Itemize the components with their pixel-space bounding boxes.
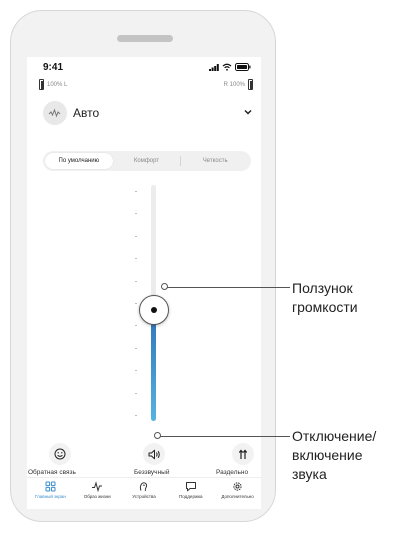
nav-lifestyle-label: Образ жизни [83,494,111,499]
volume-slider-tick [135,415,137,416]
chevron-down-icon[interactable] [243,107,253,117]
mute-callout-line3: звука [292,466,327,482]
volume-slider-thumb-dot [151,307,157,314]
sound-mode-segmented-control: По умолчанию Комфорт Четкость [43,151,251,171]
volume-slider-tick [135,191,137,192]
program-selector[interactable]: Авто [27,101,261,131]
volume-slider-tick [135,213,137,215]
right-battery-icon [248,79,253,90]
mute-callout-text: Отключение/ включение звука [292,427,376,484]
volume-callout-line2: громкости [292,299,358,315]
split-button[interactable] [232,443,254,465]
segment-clarity[interactable]: Четкость [181,153,249,169]
volume-slider-tick [135,392,137,394]
mute-callout-line [160,436,290,437]
mute-callout-dot [154,432,161,439]
volume-slider-tick [135,370,137,372]
program-name: Авто [73,106,100,120]
wifi-icon [222,63,232,71]
right-battery-label: R 100% [223,81,245,88]
phone-speaker [117,35,173,42]
activity-icon [92,481,103,492]
volume-callout-text: Ползунок громкости [292,279,358,317]
volume-callout-line1: Ползунок [292,280,353,296]
left-battery-icon [39,79,44,90]
battery-icon [235,63,251,71]
left-battery-label: 100% L [47,81,68,88]
split-sliders-icon [238,449,248,459]
segment-comfort[interactable]: Комфорт [113,153,181,169]
volume-slider-tick [135,303,137,304]
nav-home[interactable]: Главный экран [27,478,74,509]
volume-slider-tick [135,235,137,237]
volume-callout-dot [161,283,168,290]
nav-support-label: Поддержка [179,494,203,499]
app-screen: 9:41 100% L R 100% Авто По умолчанию Ком… [27,57,261,509]
status-time: 9:41 [43,62,64,73]
left-battery: 100% L [39,79,67,90]
smiley-icon [54,448,66,460]
chat-icon [185,482,196,492]
volume-callout-line [167,287,290,288]
volume-slider-tick [135,258,137,260]
volume-slider-fill [151,310,156,421]
gear-icon [233,482,242,491]
segment-default[interactable]: По умолчанию [45,153,113,169]
nav-lifestyle[interactable]: Образ жизни [74,478,121,509]
mute-callout-line2: включение [292,447,363,463]
program-avatar [43,101,67,125]
feedback-button[interactable] [49,443,71,465]
right-battery: R 100% [224,79,253,90]
mute-label: Беззвучный [134,469,170,476]
nav-more-label: Дополнительно [221,494,254,499]
nav-devices[interactable]: Устройства [121,478,168,509]
bottom-navigation: Главный экран Образ жизни Устройства Под… [27,477,261,509]
program-wave-icon [48,108,61,118]
status-bar: 9:41 [27,57,261,77]
nav-support[interactable]: Поддержка [167,478,214,509]
signal-icon [209,63,219,71]
mute-callout-line1: Отключение/ [292,428,377,444]
volume-slider-thumb[interactable] [139,295,169,326]
nav-more[interactable]: Дополнительно [214,478,261,509]
nav-home-label: Главный экран [34,494,66,499]
phone-frame: 9:41 100% L R 100% Авто По умолчанию Ком… [10,10,276,522]
volume-slider-tick [135,325,137,327]
hearing-aid-icon [140,482,148,492]
split-label: Раздельно [216,469,249,476]
status-icons [209,63,251,71]
speaker-icon [148,449,160,459]
feedback-label: Обратная связь [28,469,76,476]
hearing-aid-battery-row: 100% L R 100% [27,79,261,93]
nav-devices-label: Устройства [132,494,156,499]
volume-slider-tick [135,280,137,282]
grid-icon [45,481,56,492]
mute-button[interactable] [143,443,165,465]
volume-slider-tick [135,347,137,349]
